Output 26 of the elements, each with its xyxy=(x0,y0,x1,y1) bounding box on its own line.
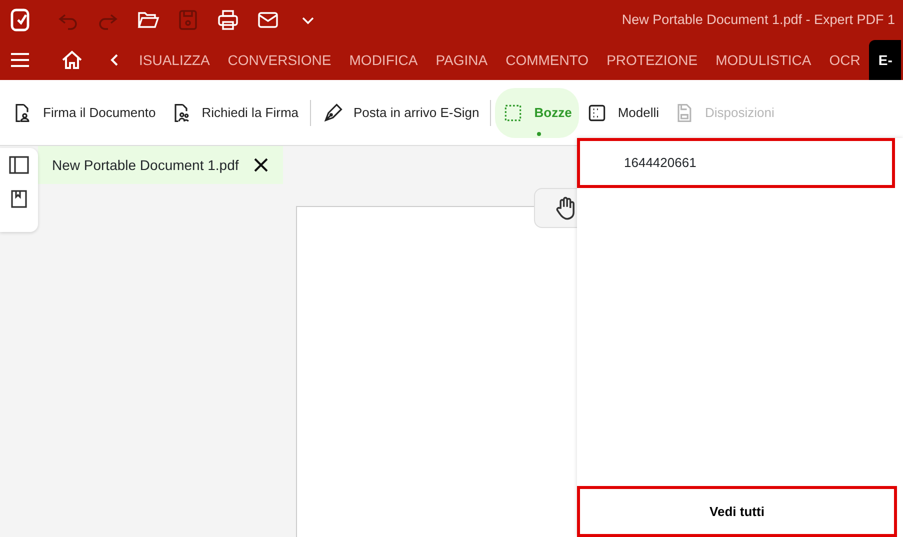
ribbon-tab[interactable]: ISUALIZZA xyxy=(130,40,219,80)
window-title: New Portable Document 1.pdf - Expert PDF 1 xyxy=(622,10,895,29)
pen-nib-icon xyxy=(322,102,344,124)
home-icon[interactable] xyxy=(60,48,84,72)
ribbon-tab[interactable]: OCR xyxy=(820,40,870,80)
toolbar-button[interactable]: Firma il Documento xyxy=(4,88,163,138)
sidebar-toggle-icon[interactable] xyxy=(9,156,29,174)
ribbon-tab[interactable]: E- xyxy=(869,40,902,80)
ribbon-tab[interactable]: MODULISTICA xyxy=(706,40,820,80)
ribbon-tab[interactable]: COMMENTO xyxy=(496,40,598,80)
toolbar-button[interactable]: Modelli xyxy=(578,88,666,138)
document-tab[interactable]: New Portable Document 1.pdf xyxy=(38,146,283,184)
toolbar-button[interactable]: Bozze xyxy=(495,88,579,138)
ribbon-tab[interactable]: CONVERSIONE xyxy=(218,40,340,80)
ribbon-tab[interactable]: PROTEZIONE xyxy=(598,40,707,80)
bookmark-icon[interactable] xyxy=(11,190,27,208)
document-tab-label: New Portable Document 1.pdf xyxy=(52,156,239,175)
see-all-button[interactable]: Vedi tutti xyxy=(577,486,897,537)
close-icon[interactable] xyxy=(252,157,269,173)
toolbar-button[interactable]: Richiedi la Firma xyxy=(162,88,306,138)
toolbar-button[interactable]: Posta in arrivo E-Sign xyxy=(314,88,486,138)
ribbon-tab[interactable]: PAGINA xyxy=(426,40,497,80)
ribbon-tab[interactable]: MODIFICA xyxy=(340,40,427,80)
draft-item[interactable]: 1644420661 xyxy=(577,138,895,188)
print-icon[interactable] xyxy=(216,8,240,32)
app-logo-icon xyxy=(8,8,32,32)
